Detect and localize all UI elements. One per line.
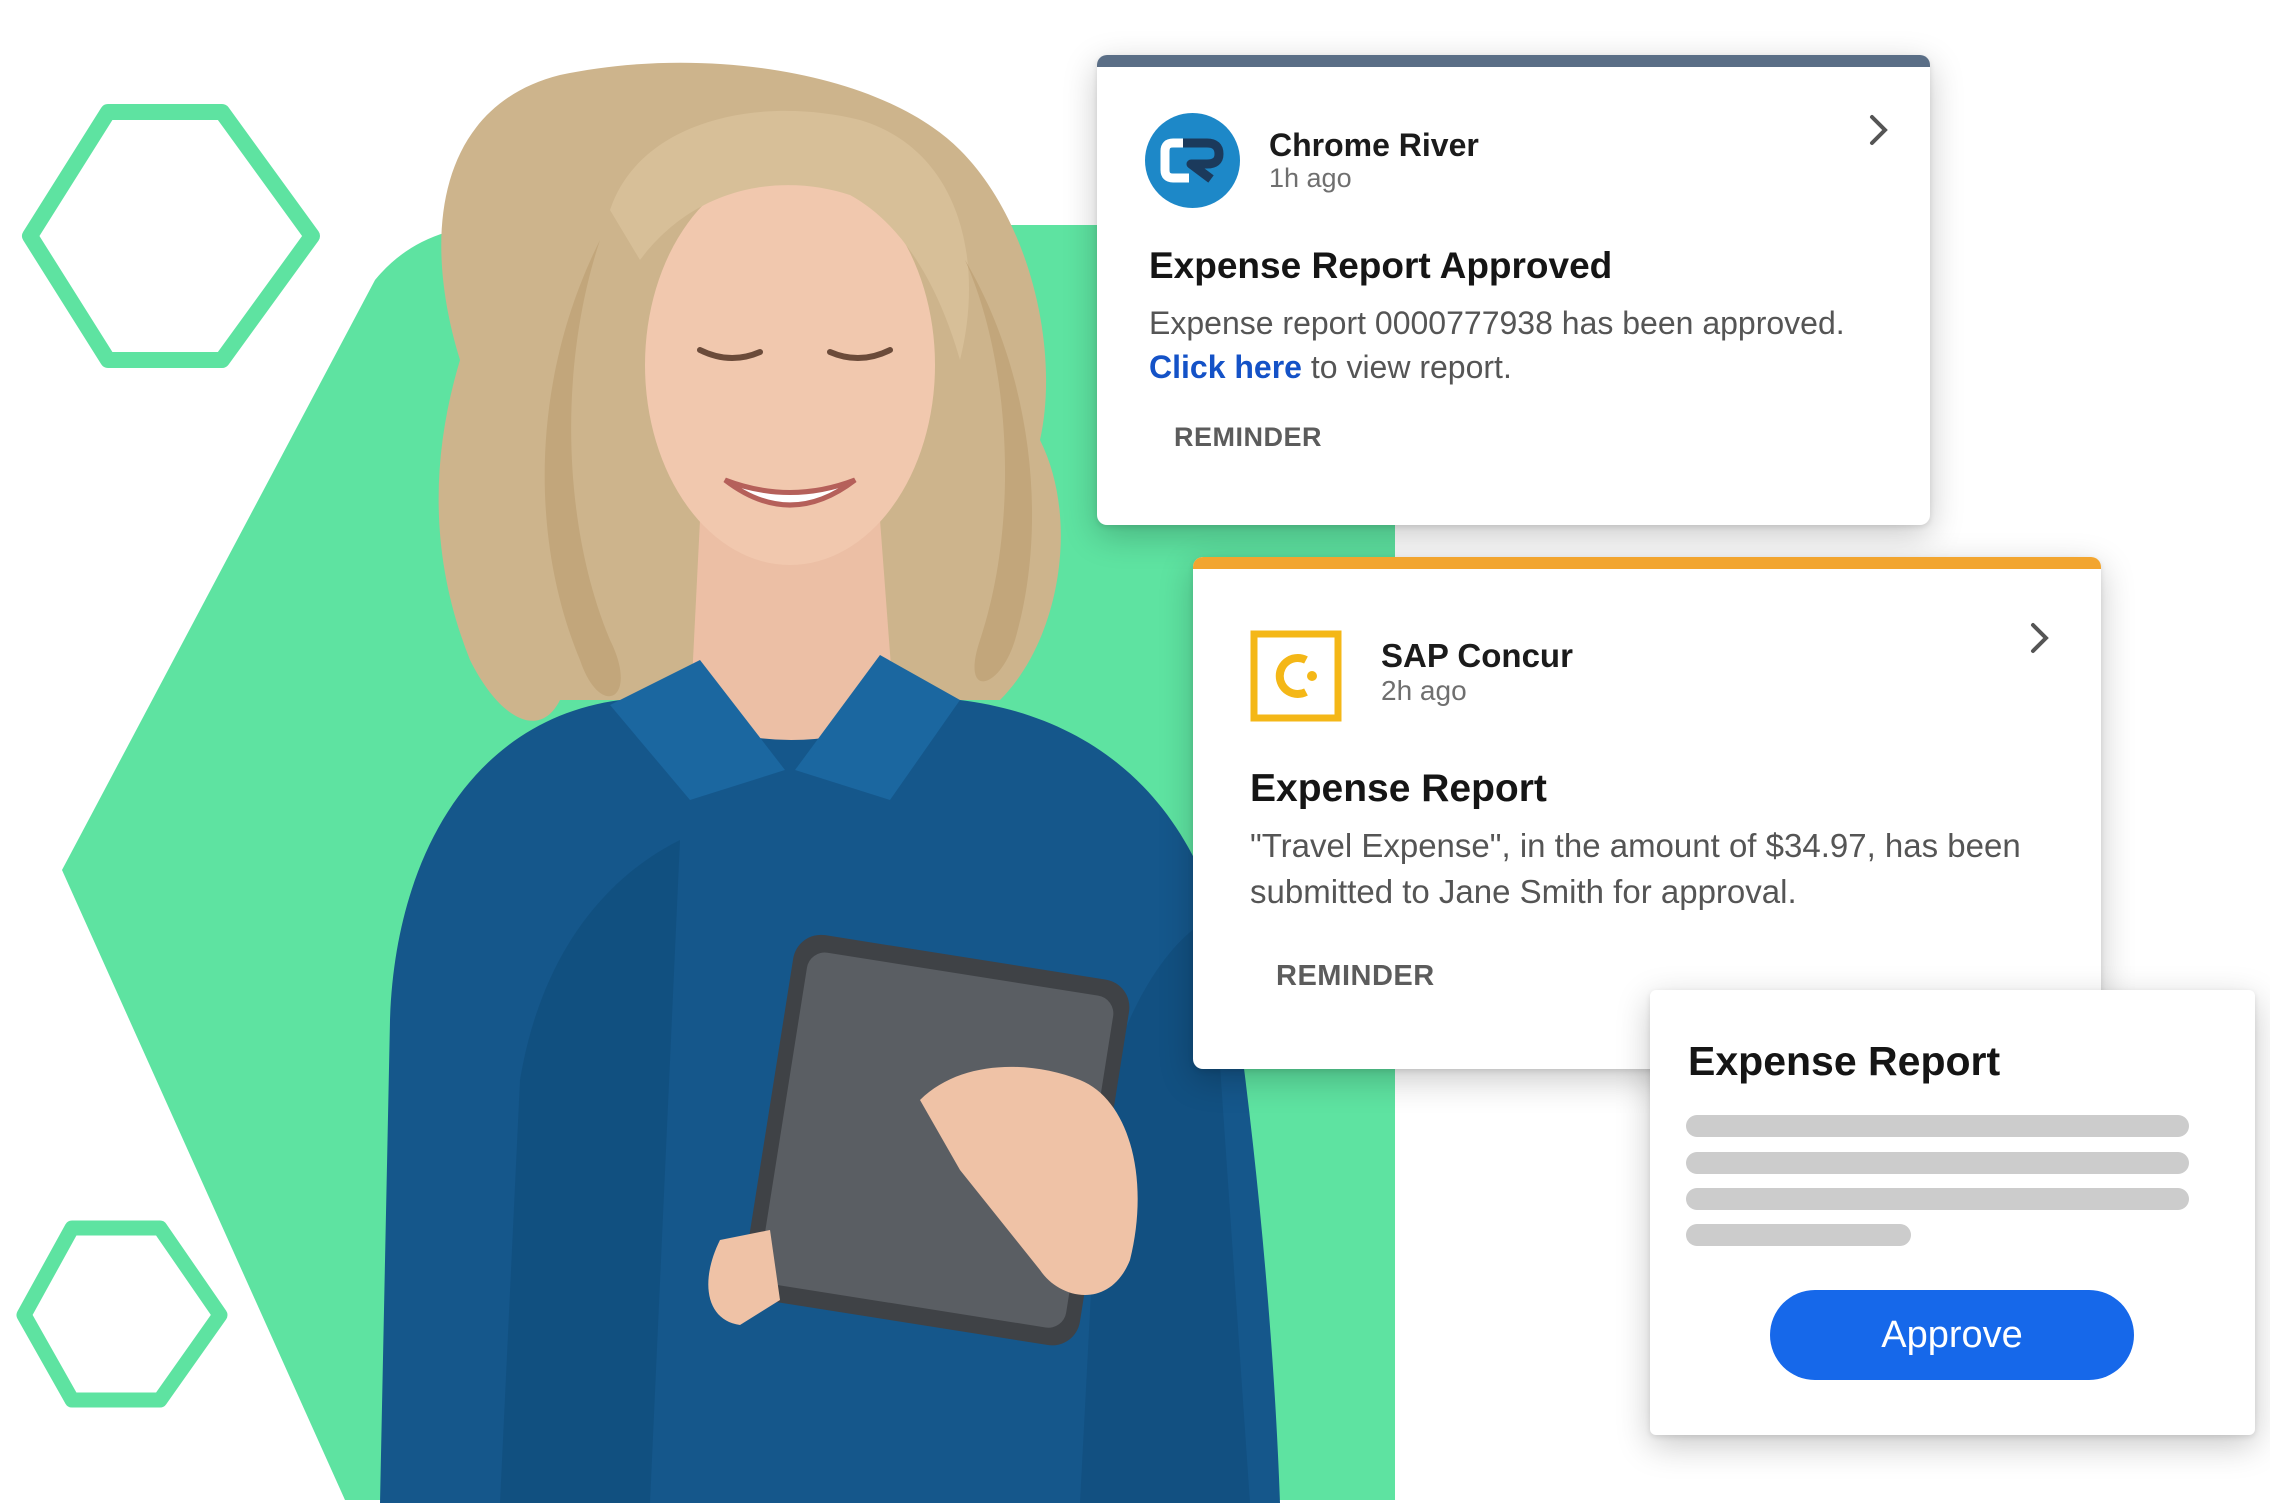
notification-message: Expense report 0000777938 has been appro… xyxy=(1149,301,1909,389)
placeholder-line xyxy=(1686,1115,2189,1137)
click-here-link[interactable]: Click here xyxy=(1149,349,1302,385)
time-ago: 2h ago xyxy=(1381,675,1467,706)
chevron-right-icon[interactable] xyxy=(2028,621,2052,655)
notification-card-chrome-river[interactable]: Chrome River 1h ago Expense Report Appro… xyxy=(1097,55,1930,525)
approval-card: Expense Report Approve xyxy=(1650,990,2255,1435)
card-accent-bar xyxy=(1097,55,1930,67)
notification-message: "Travel Expense", in the amount of $34.9… xyxy=(1250,827,2021,910)
app-name: Chrome River xyxy=(1269,127,1479,163)
hexagon-outline-bottom xyxy=(16,1220,228,1408)
notification-title: Expense Report xyxy=(1250,767,1547,810)
time-ago: 1h ago xyxy=(1269,163,1352,193)
app-name: SAP Concur xyxy=(1381,637,1573,674)
message-text: Expense report 0000777938 has been appro… xyxy=(1149,305,1845,341)
sap-concur-logo-icon xyxy=(1250,630,1342,722)
notification-title: Expense Report Approved xyxy=(1149,245,1613,286)
hexagon-outline-top xyxy=(22,104,320,368)
placeholder-line xyxy=(1686,1152,2189,1174)
approve-button[interactable]: Approve xyxy=(1770,1290,2134,1380)
chrome-river-logo-icon xyxy=(1145,113,1240,208)
reminder-button[interactable]: REMINDER xyxy=(1276,960,1435,993)
reminder-button[interactable]: REMINDER xyxy=(1174,422,1322,453)
link-suffix-text: to view report. xyxy=(1301,349,1512,386)
card-accent-bar xyxy=(1193,557,2101,569)
approval-card-title: Expense Report xyxy=(1688,1038,2001,1084)
chevron-right-icon[interactable] xyxy=(1867,113,1891,147)
placeholder-line xyxy=(1686,1224,1911,1246)
placeholder-line xyxy=(1686,1188,2189,1210)
